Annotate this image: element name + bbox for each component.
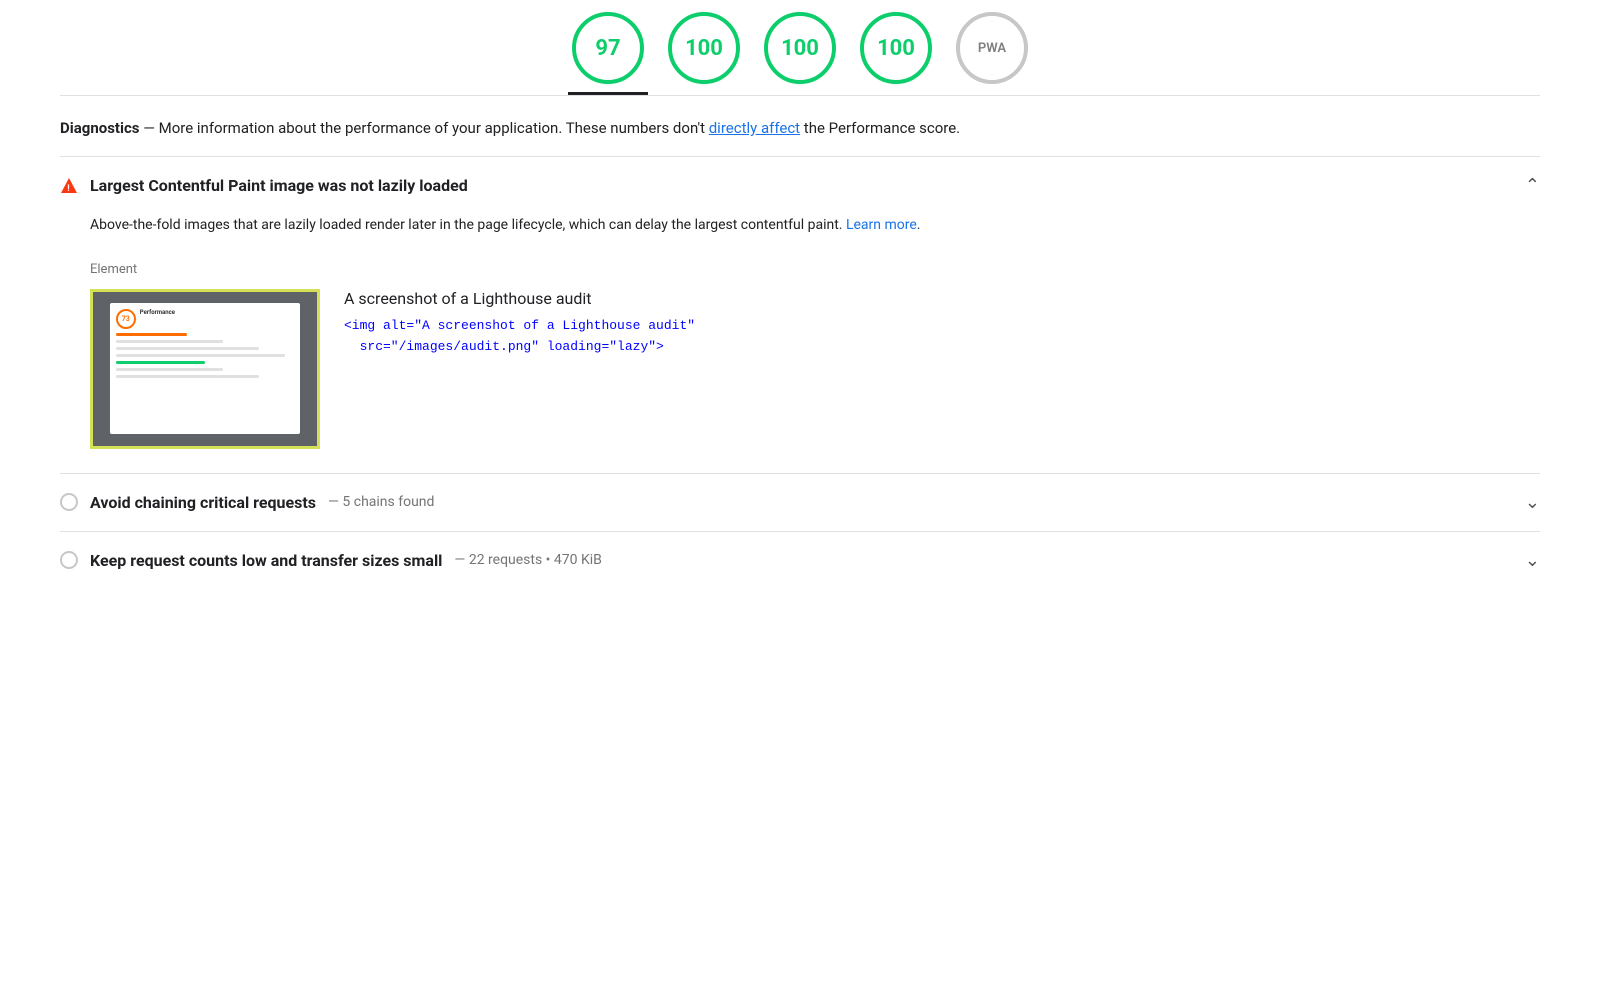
thumb-bar-6 xyxy=(116,368,223,371)
chevron-down-icon-2: ⌄ xyxy=(1525,492,1540,513)
scores-bar: 97 100 100 100 PWA xyxy=(0,0,1600,95)
thumb-bar-7 xyxy=(116,375,259,378)
audit-lcp-description: Above-the-fold images that are lazily lo… xyxy=(90,214,1540,238)
audit-request-title: Keep request counts low and transfer siz… xyxy=(90,551,442,570)
score-best-practices[interactable]: 100 xyxy=(760,12,840,95)
thumb-bar-4 xyxy=(116,354,285,357)
no-indicator-5 xyxy=(952,92,1032,95)
thumb-bar-1 xyxy=(116,333,187,336)
chevron-up-icon: ⌃ xyxy=(1525,175,1540,196)
element-image-name: A screenshot of a Lighthouse audit xyxy=(344,289,1540,308)
directly-affect-link[interactable]: directly affect xyxy=(709,119,800,137)
learn-more-link[interactable]: Learn more xyxy=(846,217,917,233)
warning-icon: ! xyxy=(60,177,78,195)
performance-circle: 97 xyxy=(572,12,644,84)
diagnostics-section: Diagnostics — More information about the… xyxy=(0,96,1600,156)
thumb-bar-2 xyxy=(116,340,223,343)
no-indicator-4 xyxy=(856,92,936,95)
element-thumbnail: 73 Performance xyxy=(90,289,320,449)
pwa-circle: PWA xyxy=(956,12,1028,84)
audit-critical-requests: Avoid chaining critical requests — 5 cha… xyxy=(60,473,1540,531)
score-performance[interactable]: 97 xyxy=(568,12,648,95)
score-pwa[interactable]: PWA xyxy=(952,12,1032,95)
seo-circle: 100 xyxy=(860,12,932,84)
audit-lcp-lazy-load: ! Largest Contentful Paint image was not… xyxy=(60,156,1540,473)
element-code: <img alt="A screenshot of a Lighthouse a… xyxy=(344,316,1540,358)
audit-critical-header[interactable]: Avoid chaining critical requests — 5 cha… xyxy=(60,474,1540,531)
thumb-title: Performance xyxy=(140,309,294,316)
diagnostics-title: Diagnostics xyxy=(60,119,139,137)
element-label: Element xyxy=(90,262,1540,277)
diagnostics-description: — More information about the performance… xyxy=(139,119,708,137)
thumb-score-circle: 73 xyxy=(116,309,136,329)
info-circle-icon-2 xyxy=(60,551,78,569)
element-row: 73 Performance xyxy=(90,289,1540,449)
audit-lcp-title: Largest Contentful Paint image was not l… xyxy=(90,176,468,195)
chevron-down-icon-3: ⌄ xyxy=(1525,550,1540,571)
audit-critical-title: Avoid chaining critical requests xyxy=(90,493,316,512)
info-circle-icon xyxy=(60,493,78,511)
audit-critical-subtitle: — 5 chains found xyxy=(328,494,434,510)
thumb-bar-3 xyxy=(116,347,259,350)
thumb-inner: 73 Performance xyxy=(93,292,317,446)
audit-request-subtitle: — 22 requests • 470 KiB xyxy=(454,552,601,568)
audit-lcp-body: Above-the-fold images that are lazily lo… xyxy=(60,214,1540,473)
audit-request-left: Keep request counts low and transfer siz… xyxy=(60,551,602,570)
no-indicator-2 xyxy=(664,92,744,95)
best-practices-circle: 100 xyxy=(764,12,836,84)
score-accessibility[interactable]: 100 xyxy=(664,12,744,95)
score-seo[interactable]: 100 xyxy=(856,12,936,95)
diagnostics-suffix: the Performance score. xyxy=(800,119,960,137)
thumb-report: 73 Performance xyxy=(110,303,300,434)
no-indicator-3 xyxy=(760,92,840,95)
audit-request-counts: Keep request counts low and transfer siz… xyxy=(60,531,1540,589)
audit-request-header[interactable]: Keep request counts low and transfer siz… xyxy=(60,532,1540,589)
element-info: A screenshot of a Lighthouse audit <img … xyxy=(344,289,1540,358)
audit-critical-left: Avoid chaining critical requests — 5 cha… xyxy=(60,493,434,512)
svg-text:!: ! xyxy=(67,184,69,194)
thumb-bar-5 xyxy=(116,361,205,364)
accessibility-circle: 100 xyxy=(668,12,740,84)
active-tab-indicator xyxy=(568,92,648,95)
thumb-top-row: 73 Performance xyxy=(116,309,294,329)
audit-lcp-header[interactable]: ! Largest Contentful Paint image was not… xyxy=(60,157,1540,214)
audit-header-left: ! Largest Contentful Paint image was not… xyxy=(60,176,468,195)
